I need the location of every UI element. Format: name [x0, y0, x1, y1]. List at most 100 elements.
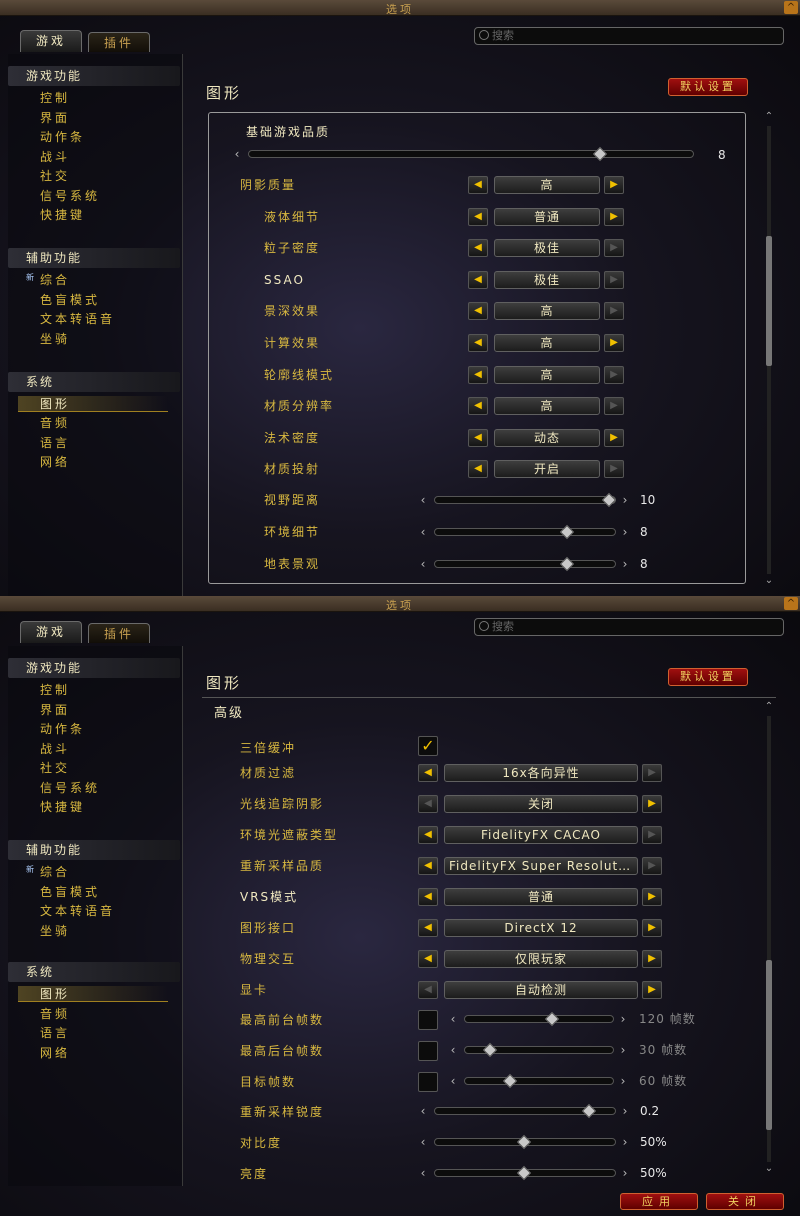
sidebar-item[interactable]: 综合: [40, 272, 70, 288]
setting-value[interactable]: 高: [494, 176, 600, 194]
arrow-left-icon[interactable]: ◀: [468, 239, 488, 257]
arrow-right-icon[interactable]: ▶: [604, 334, 624, 352]
setting-value[interactable]: 仅限玩家: [444, 950, 638, 968]
chevron-right-icon[interactable]: ›: [620, 1166, 630, 1180]
sidebar-section-header[interactable]: 系统: [8, 962, 180, 982]
sidebar-item[interactable]: 坐骑: [40, 331, 70, 347]
sidebar-section-header[interactable]: 游戏功能: [8, 658, 180, 678]
arrow-left-icon[interactable]: ◀: [418, 981, 438, 999]
default-settings-button[interactable]: 默认设置: [668, 668, 748, 686]
apply-button[interactable]: 应用: [620, 1193, 698, 1210]
arrow-left-icon[interactable]: ◀: [418, 919, 438, 937]
setting-value[interactable]: 高: [494, 366, 600, 384]
arrow-right-icon[interactable]: ▶: [604, 208, 624, 226]
scroll-down-icon[interactable]: ⌄: [762, 1164, 776, 1174]
setting-value[interactable]: 动态: [494, 429, 600, 447]
scroll-thumb[interactable]: [766, 236, 772, 366]
arrow-left-icon[interactable]: ◀: [418, 795, 438, 813]
arrow-right-icon[interactable]: ▶: [642, 981, 662, 999]
arrow-right-icon[interactable]: ▶: [604, 271, 624, 289]
arrow-left-icon[interactable]: ◀: [418, 764, 438, 782]
arrow-left-icon[interactable]: ◀: [418, 950, 438, 968]
setting-value[interactable]: 高: [494, 334, 600, 352]
scroll-down-icon[interactable]: ⌄: [762, 576, 776, 586]
sidebar-item[interactable]: 坐骑: [40, 923, 70, 939]
sidebar-item[interactable]: 网络: [40, 454, 70, 470]
setting-value[interactable]: 高: [494, 302, 600, 320]
sidebar-item[interactable]: 界面: [40, 110, 70, 126]
scrollbar[interactable]: ⌃ ⌄: [762, 702, 776, 1176]
chevron-left-icon[interactable]: ‹: [448, 1012, 458, 1026]
collapse-icon[interactable]: ^: [784, 1, 798, 14]
sidebar-item[interactable]: 综合: [40, 864, 70, 880]
slider-track[interactable]: [464, 1015, 614, 1023]
chevron-right-icon[interactable]: ›: [620, 525, 630, 539]
setting-value[interactable]: DirectX 12: [444, 919, 638, 937]
setting-value[interactable]: 16x各向异性: [444, 764, 638, 782]
arrow-right-icon[interactable]: ▶: [604, 176, 624, 194]
setting-value[interactable]: 高: [494, 397, 600, 415]
sidebar-item[interactable]: 界面: [40, 702, 70, 718]
scroll-up-icon[interactable]: ⌃: [762, 702, 776, 712]
search-input[interactable]: 搜索: [474, 618, 784, 636]
arrow-right-icon[interactable]: ▶: [642, 795, 662, 813]
sidebar-item[interactable]: 色盲模式: [40, 884, 100, 900]
sidebar-item[interactable]: 社交: [40, 168, 70, 184]
sidebar-item[interactable]: 快捷键: [40, 207, 85, 223]
collapse-icon[interactable]: ^: [784, 597, 798, 610]
close-button[interactable]: 关闭: [706, 1193, 784, 1210]
arrow-left-icon[interactable]: ◀: [468, 429, 488, 447]
arrow-right-icon[interactable]: ▶: [642, 888, 662, 906]
arrow-right-icon[interactable]: ▶: [642, 950, 662, 968]
scroll-up-icon[interactable]: ⌃: [762, 112, 776, 122]
arrow-left-icon[interactable]: ◀: [468, 176, 488, 194]
sidebar-section-header[interactable]: 辅助功能: [8, 840, 180, 860]
sidebar-item[interactable]: 战斗: [40, 741, 70, 757]
search-input[interactable]: 搜索: [474, 27, 784, 45]
default-settings-button[interactable]: 默认设置: [668, 78, 748, 96]
triple-buffer-checkbox[interactable]: ✓: [418, 736, 438, 756]
chevron-right-icon[interactable]: ›: [618, 1043, 628, 1057]
arrow-right-icon[interactable]: ▶: [604, 366, 624, 384]
sidebar-item[interactable]: 网络: [40, 1045, 70, 1061]
scrollbar[interactable]: ⌃ ⌄: [762, 112, 776, 588]
slider-track[interactable]: [434, 560, 616, 568]
arrow-right-icon[interactable]: ▶: [642, 857, 662, 875]
setting-value[interactable]: 开启: [494, 460, 600, 478]
sidebar-item[interactable]: 控制: [40, 90, 70, 106]
tab-addons[interactable]: 插件: [88, 623, 150, 643]
sidebar-item-graphics[interactable]: 图形: [18, 396, 168, 412]
setting-value[interactable]: 关闭: [444, 795, 638, 813]
chevron-left-icon[interactable]: ‹: [418, 1135, 428, 1149]
sidebar-item[interactable]: 动作条: [40, 129, 85, 145]
arrow-left-icon[interactable]: ◀: [468, 366, 488, 384]
arrow-left-icon[interactable]: ◀: [468, 208, 488, 226]
chevron-left-icon[interactable]: ‹: [418, 557, 428, 571]
sidebar-item[interactable]: 控制: [40, 682, 70, 698]
arrow-right-icon[interactable]: ▶: [604, 397, 624, 415]
sidebar-item[interactable]: 战斗: [40, 149, 70, 165]
tab-game[interactable]: 游戏: [20, 30, 82, 52]
sidebar-section-header[interactable]: 系统: [8, 372, 180, 392]
arrow-right-icon[interactable]: ▶: [642, 919, 662, 937]
sidebar-item[interactable]: 文本转语音: [40, 311, 115, 327]
sidebar-section-header[interactable]: 辅助功能: [8, 248, 180, 268]
sidebar-item[interactable]: 快捷键: [40, 799, 85, 815]
arrow-right-icon[interactable]: ▶: [604, 239, 624, 257]
chevron-left-icon[interactable]: ‹: [448, 1074, 458, 1088]
arrow-left-icon[interactable]: ◀: [468, 460, 488, 478]
sidebar-item-graphics[interactable]: 图形: [18, 986, 168, 1002]
arrow-left-icon[interactable]: ◀: [418, 826, 438, 844]
sidebar-item[interactable]: 动作条: [40, 721, 85, 737]
slider-track[interactable]: [434, 496, 616, 504]
chevron-left-icon[interactable]: ‹: [418, 525, 428, 539]
arrow-left-icon[interactable]: ◀: [418, 857, 438, 875]
scroll-thumb[interactable]: [766, 960, 772, 1130]
slider-track[interactable]: [464, 1077, 614, 1085]
sidebar-item[interactable]: 文本转语音: [40, 903, 115, 919]
arrow-right-icon[interactable]: ▶: [604, 429, 624, 447]
arrow-left-icon[interactable]: ◀: [468, 302, 488, 320]
setting-value[interactable]: 普通: [494, 208, 600, 226]
sidebar-item[interactable]: 音频: [40, 415, 70, 431]
title-bar[interactable]: 选项 ^: [0, 0, 800, 16]
